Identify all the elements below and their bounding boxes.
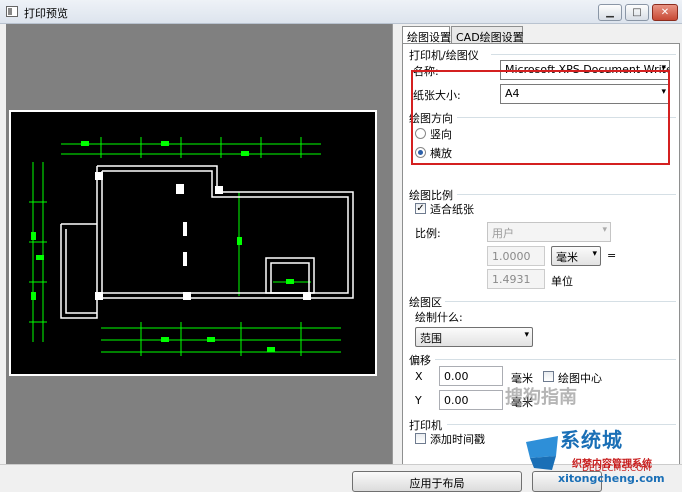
- group-divider: [435, 359, 676, 360]
- group-divider: [491, 54, 676, 55]
- site-logo-text: 系统城: [560, 428, 623, 452]
- plot-center-checkbox[interactable]: [543, 371, 554, 382]
- offset-y-input[interactable]: 0.00: [439, 390, 503, 410]
- fit-paper-label: 适合纸张: [430, 203, 474, 216]
- scale-preset-value: 用户: [492, 227, 514, 240]
- highlight-box: [411, 70, 670, 165]
- print-preview-area: [6, 24, 393, 464]
- timestamp-checkbox[interactable]: [415, 433, 426, 444]
- scale-ratio-label: 比例:: [415, 227, 441, 240]
- plot-what-label: 绘制什么:: [415, 311, 463, 324]
- close-button[interactable]: ✕: [652, 4, 678, 21]
- tab-cad-plot-settings[interactable]: CAD绘图设置: [451, 26, 524, 44]
- chevron-down-icon: ▾: [524, 330, 529, 340]
- equals-sign: =: [607, 249, 617, 262]
- scale-ratio-input-2[interactable]: 1.4931: [487, 269, 545, 289]
- scale-unit-select[interactable]: 毫米 ▾: [551, 246, 601, 266]
- sogou-watermark: 搜狗指南: [505, 387, 577, 408]
- scale-unit-value: 毫米: [556, 251, 578, 264]
- group-divider: [445, 301, 676, 302]
- chevron-down-icon: ▾: [602, 225, 607, 235]
- plot-what-select[interactable]: 范围 ▾: [415, 327, 533, 347]
- maximize-button[interactable]: □: [625, 4, 649, 21]
- fit-paper-checkbox[interactable]: ✓: [415, 203, 426, 214]
- offset-group-title: 偏移: [409, 354, 431, 367]
- site-watermark: 系统城 织梦内容管理系统 xitongcheng.com DEDECMS.COM: [520, 424, 682, 490]
- site-logo-icon: [526, 436, 558, 470]
- title-bar: 打印预览 ▁ □ ✕: [0, 0, 682, 24]
- offset-x-label: X: [415, 370, 423, 383]
- unit-label: 单位: [551, 275, 573, 288]
- chevron-down-icon: ▾: [592, 249, 597, 259]
- cad-floor-plan-preview: [9, 110, 377, 376]
- minimize-button[interactable]: ▁: [598, 4, 622, 21]
- offset-y-label: Y: [415, 394, 422, 407]
- offset-x-input[interactable]: 0.00: [439, 366, 503, 386]
- group-divider: [457, 194, 676, 195]
- app-icon: [6, 6, 18, 17]
- printer-group-title: 打印机/绘图仪: [409, 49, 479, 62]
- apply-to-layout-button[interactable]: 应用于布局: [352, 471, 522, 492]
- scale-preset-select[interactable]: 用户 ▾: [487, 222, 611, 242]
- window-title: 打印预览: [24, 7, 68, 20]
- plot-what-value: 范围: [420, 332, 442, 345]
- site-url: DEDECMS.COM: [582, 464, 651, 474]
- plot-area-group-title: 绘图区: [409, 296, 442, 309]
- floor-plan-icon: [29, 137, 354, 356]
- scale-ratio-input-1[interactable]: 1.0000: [487, 246, 545, 266]
- timestamp-label: 添加时间戳: [430, 433, 485, 446]
